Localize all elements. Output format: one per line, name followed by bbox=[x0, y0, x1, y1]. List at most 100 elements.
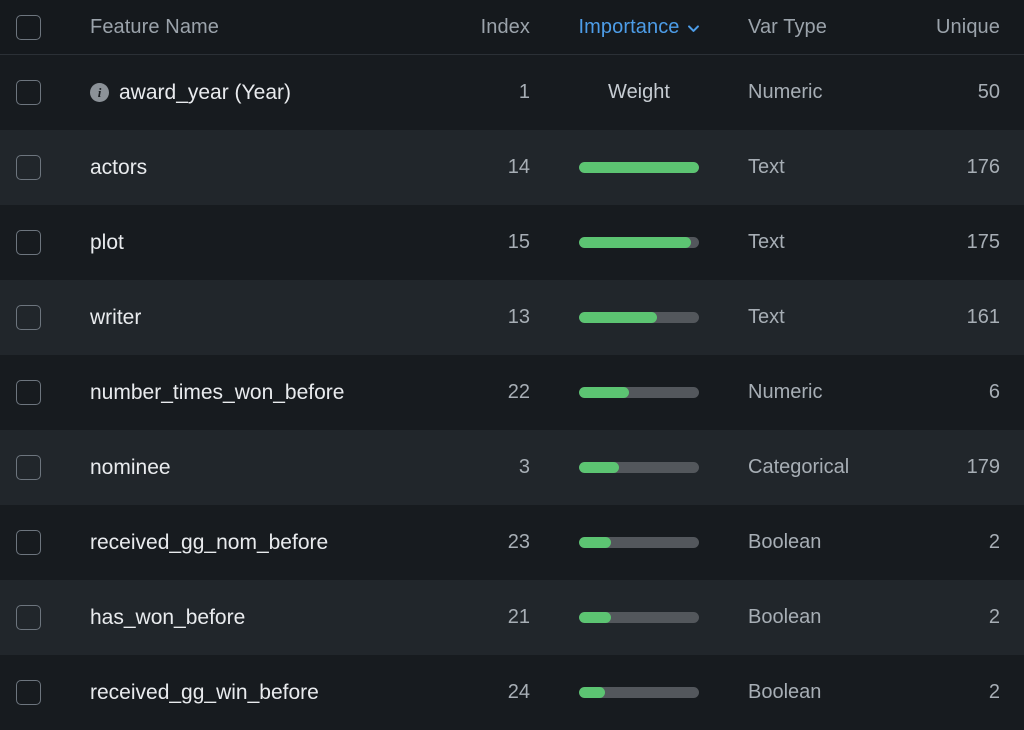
unique-value: 2 bbox=[988, 531, 1000, 553]
row-select-checkbox[interactable] bbox=[16, 80, 41, 105]
var-type-value: Boolean bbox=[748, 606, 822, 628]
index-cell: 3 bbox=[434, 456, 544, 479]
index-cell: 23 bbox=[434, 531, 544, 554]
unique-cell: 2 bbox=[904, 606, 1024, 629]
info-icon[interactable]: i bbox=[90, 83, 109, 102]
unique-cell: 176 bbox=[904, 156, 1024, 179]
index-cell: 22 bbox=[434, 381, 544, 404]
index-value: 15 bbox=[507, 231, 530, 253]
row-select-checkbox[interactable] bbox=[16, 530, 41, 555]
row-select-checkbox[interactable] bbox=[16, 455, 41, 480]
feature-name-cell: number_times_won_before bbox=[90, 381, 434, 405]
feature-name-wrapper: number_times_won_before bbox=[90, 381, 424, 405]
importance-bar-fill bbox=[579, 612, 612, 623]
importance-bar-track bbox=[579, 237, 699, 248]
table-row[interactable]: plot 15 Text 175 bbox=[0, 205, 1024, 280]
var-type-cell: Categorical bbox=[734, 456, 904, 479]
var-type-cell: Boolean bbox=[734, 681, 904, 704]
importance-cell bbox=[544, 162, 734, 173]
table-row[interactable]: nominee 3 Categorical 179 bbox=[0, 430, 1024, 505]
unique-cell: 161 bbox=[904, 306, 1024, 329]
table-row[interactable]: i award_year (Year) 1 Weight Numeric 50 bbox=[0, 55, 1024, 130]
table-row[interactable]: number_times_won_before 22 Numeric 6 bbox=[0, 355, 1024, 430]
importance-cell bbox=[544, 537, 734, 548]
importance-cell bbox=[544, 312, 734, 323]
index-cell: 15 bbox=[434, 231, 544, 254]
feature-name-cell: i award_year (Year) bbox=[90, 81, 434, 105]
header-index-label: Index bbox=[480, 15, 530, 38]
unique-cell: 175 bbox=[904, 231, 1024, 254]
feature-name-label: writer bbox=[90, 305, 142, 329]
importance-bar-fill bbox=[579, 537, 612, 548]
feature-name-cell: writer bbox=[90, 306, 434, 330]
unique-value: 6 bbox=[988, 381, 1000, 403]
table-row[interactable]: received_gg_nom_before 23 Boolean 2 bbox=[0, 505, 1024, 580]
importance-cell bbox=[544, 612, 734, 623]
var-type-value: Boolean bbox=[748, 531, 822, 553]
header-feature-name-label: Feature Name bbox=[90, 15, 220, 38]
header-feature-name-cell[interactable]: Feature Name bbox=[90, 16, 434, 39]
feature-name-label: nominee bbox=[90, 455, 171, 479]
feature-name-label: actors bbox=[90, 155, 148, 179]
index-cell: 24 bbox=[434, 681, 544, 704]
var-type-value: Categorical bbox=[748, 456, 850, 478]
var-type-value: Numeric bbox=[748, 381, 823, 403]
feature-name-wrapper: i award_year (Year) bbox=[90, 81, 424, 105]
feature-name-label: received_gg_nom_before bbox=[90, 530, 329, 554]
unique-value: 176 bbox=[966, 156, 1000, 178]
row-select-cell bbox=[0, 155, 90, 180]
index-value: 1 bbox=[518, 81, 530, 103]
header-index-cell[interactable]: Index bbox=[434, 16, 544, 39]
importance-bar-track bbox=[579, 687, 699, 698]
header-importance-label: Importance bbox=[578, 15, 680, 38]
table-body: i award_year (Year) 1 Weight Numeric 50 actors… bbox=[0, 55, 1024, 730]
var-type-cell: Text bbox=[734, 156, 904, 179]
table-row[interactable]: writer 13 Text 161 bbox=[0, 280, 1024, 355]
row-select-checkbox[interactable] bbox=[16, 155, 41, 180]
importance-sort-control[interactable]: Importance bbox=[578, 16, 699, 39]
feature-name-label: received_gg_win_before bbox=[90, 680, 319, 704]
header-importance-cell[interactable]: Importance bbox=[544, 16, 734, 39]
row-select-cell bbox=[0, 605, 90, 630]
importance-weight-label: Weight bbox=[608, 81, 670, 103]
feature-name-wrapper: received_gg_nom_before bbox=[90, 531, 424, 555]
importance-bar-track bbox=[579, 462, 699, 473]
table-row[interactable]: received_gg_win_before 24 Boolean 2 bbox=[0, 655, 1024, 730]
index-value: 21 bbox=[507, 606, 530, 628]
header-unique-label: Unique bbox=[936, 15, 1000, 38]
importance-bar-track bbox=[579, 312, 699, 323]
table-row[interactable]: has_won_before 21 Boolean 2 bbox=[0, 580, 1024, 655]
importance-bar-track bbox=[579, 162, 699, 173]
row-select-checkbox[interactable] bbox=[16, 605, 41, 630]
row-select-checkbox[interactable] bbox=[16, 380, 41, 405]
importance-bar-track bbox=[579, 612, 699, 623]
var-type-value: Text bbox=[748, 231, 785, 253]
header-var-type-cell[interactable]: Var Type bbox=[734, 16, 904, 39]
row-select-checkbox[interactable] bbox=[16, 230, 41, 255]
importance-bar-track bbox=[579, 387, 699, 398]
feature-name-label: number_times_won_before bbox=[90, 380, 345, 404]
importance-bar-fill bbox=[579, 312, 657, 323]
unique-value: 179 bbox=[966, 456, 1000, 478]
row-select-cell bbox=[0, 230, 90, 255]
index-value: 23 bbox=[507, 531, 530, 553]
unique-value: 50 bbox=[977, 81, 1000, 103]
select-all-checkbox[interactable] bbox=[16, 14, 41, 40]
feature-name-label: award_year (Year) bbox=[119, 80, 291, 104]
importance-bar-track bbox=[579, 537, 699, 548]
row-select-checkbox[interactable] bbox=[16, 680, 41, 705]
index-cell: 21 bbox=[434, 606, 544, 629]
header-unique-cell[interactable]: Unique bbox=[904, 16, 1024, 39]
unique-cell: 179 bbox=[904, 456, 1024, 479]
importance-bar-fill bbox=[579, 462, 619, 473]
unique-cell: 50 bbox=[904, 81, 1024, 104]
table-header-row: Feature Name Index Importance Var Type U… bbox=[0, 0, 1024, 55]
var-type-cell: Boolean bbox=[734, 531, 904, 554]
var-type-cell: Boolean bbox=[734, 606, 904, 629]
chevron-down-icon bbox=[687, 22, 700, 35]
row-select-checkbox[interactable] bbox=[16, 305, 41, 330]
importance-cell bbox=[544, 687, 734, 698]
var-type-cell: Text bbox=[734, 231, 904, 254]
feature-name-wrapper: has_won_before bbox=[90, 606, 424, 630]
table-row[interactable]: actors 14 Text 176 bbox=[0, 130, 1024, 205]
